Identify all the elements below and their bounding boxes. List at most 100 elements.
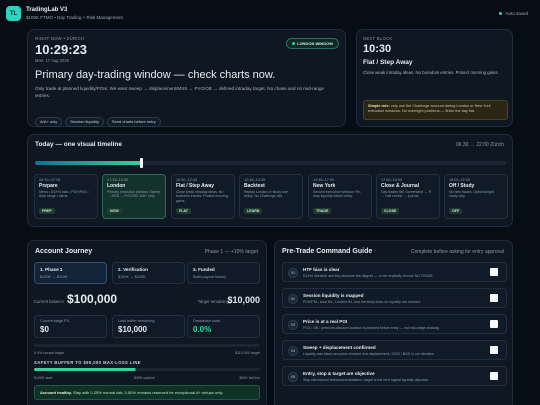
app-title: TradingLab V3 bbox=[26, 7, 68, 13]
autosave-status: Auto saved bbox=[499, 11, 528, 16]
checklist-item: 01 HTF bias is clear D1/H4 direction and k… bbox=[282, 262, 507, 282]
card-desc: Second execution window. Re-map liquidit… bbox=[313, 190, 361, 199]
guide-note: Complete before asking for entry approva… bbox=[410, 249, 504, 255]
phase-range: $100K → $110K bbox=[40, 275, 68, 279]
checklist-item: 05 Entry, stop & target are objective Stop… bbox=[282, 366, 507, 386]
card-pill: LEARN bbox=[244, 208, 263, 214]
card-title: Close & Journal bbox=[381, 183, 420, 189]
session-badge: LONDON WINDOW bbox=[286, 38, 339, 49]
card-time: 17:00–18:00 bbox=[381, 178, 403, 182]
simple-rule-box: Simple rule: only use the Challenge acco… bbox=[363, 100, 508, 120]
phase-verification-card[interactable]: 2. Verification $100K → $105K bbox=[112, 262, 185, 284]
card-pill: NOW bbox=[107, 208, 122, 214]
tag-send-charts: Send charts before entry bbox=[106, 116, 161, 127]
stat-loss-buffer: Loss buffer remaining $10,000 bbox=[112, 315, 185, 338]
card-time: 06:30–07:15 bbox=[39, 178, 61, 182]
target-label: Target remaining bbox=[197, 299, 229, 304]
card-desc: Day trades flat. Screenshot → R → rule r… bbox=[381, 190, 432, 199]
card-title: Backtest bbox=[244, 183, 265, 189]
phase-1-card[interactable]: 1. Phase 1 $100K → $110K bbox=[34, 262, 107, 284]
card-title: Prepare bbox=[39, 183, 58, 189]
card-pill: CLOSE bbox=[381, 208, 400, 214]
phase-funded-card[interactable]: 3. Funded Build payout history bbox=[187, 262, 260, 284]
live-dot-icon bbox=[292, 42, 295, 46]
timeline-card[interactable]: 17:00–18:00 Close & Journal Day trades fla… bbox=[376, 174, 440, 219]
stat-drawdown: Drawdown used 0.0% bbox=[187, 315, 260, 338]
tag-aplus: A/A+ only bbox=[35, 116, 63, 127]
timeline-card[interactable]: 07:15–10:30 London Primary execution windo… bbox=[102, 174, 166, 219]
phase-name: 1. Phase 1 bbox=[40, 267, 63, 272]
card-desc: Primary execution window. Sweep → MSS → … bbox=[107, 190, 161, 199]
item-number: 05 bbox=[288, 372, 298, 382]
item-title: Entry, stop & target are objective bbox=[303, 371, 375, 376]
now-description: Only trade at planned liquidity/POIs. We… bbox=[35, 86, 324, 98]
checklist-item: 03 Price is at a real POI FVG / OB / premi… bbox=[282, 314, 507, 334]
item-checkbox[interactable] bbox=[490, 294, 498, 302]
buffer-left-label: $100K start bbox=[34, 376, 53, 380]
timeline-range: 06:30 → 22:00 Zürich bbox=[455, 142, 504, 148]
balance-label: Current balance bbox=[34, 299, 64, 304]
item-desc: D1/H4 direction and key structure are al… bbox=[303, 274, 434, 278]
item-desc: Liquidity was taken and price showed rea… bbox=[303, 352, 436, 356]
item-number: 04 bbox=[288, 346, 298, 356]
item-number: 03 bbox=[288, 320, 298, 330]
timeline-card[interactable]: 18:00–22:00 Off / Study No new trades. Opt… bbox=[444, 174, 508, 219]
checklist-item: 04 Sweep + displacement confirmed Liquidit… bbox=[282, 340, 507, 360]
item-number: 01 bbox=[288, 268, 298, 278]
stat-label: Current stage P/L bbox=[40, 319, 70, 323]
next-description: Close weak intraday ideas. No boredom en… bbox=[363, 70, 499, 75]
item-title: Session liquidity is mapped bbox=[303, 293, 364, 298]
card-desc: Replay London or study one setup. No Cha… bbox=[244, 190, 288, 199]
card-desc: News • D1/H4 bias • PDH/PDL • Asia range… bbox=[39, 190, 89, 199]
card-time: 13:45–17:00 bbox=[313, 178, 335, 182]
now-headline: Primary day-trading window — check chart… bbox=[35, 69, 276, 81]
item-desc: FVG / OB / premium-discount location is … bbox=[303, 326, 440, 330]
balance-row: Current balance $100,000 Target remainin… bbox=[34, 292, 260, 308]
card-pill: TRADE bbox=[313, 208, 332, 214]
item-title: Price is at a real POI bbox=[303, 319, 348, 324]
card-time: 12:45–13:45 bbox=[244, 178, 266, 182]
timeline-track bbox=[35, 158, 506, 168]
health-text: Stay with 0.25% normal risk; 0.50% remai… bbox=[71, 390, 224, 395]
phase-range: $100K → $105K bbox=[118, 275, 146, 279]
next-time: 10:30 bbox=[363, 43, 392, 55]
timeline-card[interactable]: 06:30–07:15 Prepare News • D1/H4 bias • PD… bbox=[34, 174, 98, 219]
card-time: 10:30–12:45 bbox=[176, 178, 198, 182]
timeline-now-marker[interactable] bbox=[139, 158, 143, 168]
item-number: 02 bbox=[288, 294, 298, 304]
stat-stage-pl: Current stage P/L $0 bbox=[34, 315, 107, 338]
current-time: 10:29:23 bbox=[35, 42, 88, 57]
buffer-bar bbox=[34, 368, 260, 371]
tag-session-liquidity: Session liquidity bbox=[65, 116, 104, 127]
item-checkbox[interactable] bbox=[490, 268, 498, 276]
stat-value: 0.0% bbox=[193, 325, 212, 334]
checklist-item: 02 Session liquidity is mapped PDH/PDL, As… bbox=[282, 288, 507, 308]
health-strong: Account healthy. bbox=[40, 390, 72, 395]
app-subtitle: $100K FTMO • Day Trading + Risk Manageme… bbox=[26, 15, 123, 20]
buffer-mid-label: $90K caution bbox=[134, 376, 155, 380]
next-label: NEXT BLOCK bbox=[363, 36, 393, 41]
timeline-card[interactable]: 10:30–12:45 Flat / Step Away Close weak in… bbox=[171, 174, 235, 219]
item-desc: Stop sits beyond technical invalidation;… bbox=[303, 378, 430, 382]
item-desc: PDH/PDL, Asia H/L, London H/L and the li… bbox=[303, 300, 421, 304]
status-dot-icon bbox=[499, 12, 503, 16]
next-title: Flat / Step Away bbox=[363, 59, 413, 66]
card-title: Off / Study bbox=[449, 183, 475, 189]
guide-title: Pre-Trade Command Guide bbox=[282, 248, 373, 255]
right-now-panel: RIGHT NOW • ZÜRICH 10:29:23 Mon, 17 Aug … bbox=[27, 29, 346, 127]
item-checkbox[interactable] bbox=[490, 372, 498, 380]
journey-title: Account Journey bbox=[35, 248, 93, 255]
item-checkbox[interactable] bbox=[490, 320, 498, 328]
session-badge-label: LONDON WINDOW bbox=[297, 41, 333, 46]
timeline-card[interactable]: 13:45–17:00 New York Second execution wind… bbox=[308, 174, 372, 219]
target-progress-bar bbox=[34, 344, 260, 347]
journey-phase-note: Phase 1 — +10% target bbox=[204, 249, 258, 255]
stat-value: $0 bbox=[40, 325, 49, 334]
balance-value: $100,000 bbox=[67, 292, 118, 306]
card-title: New York bbox=[313, 183, 336, 189]
card-desc: Close weak intraday ideas. No boredom en… bbox=[176, 190, 228, 203]
timeline-card[interactable]: 12:45–13:45 Backtest Replay London or stud… bbox=[239, 174, 303, 219]
card-pill: FLAT bbox=[176, 208, 191, 214]
card-title: London bbox=[107, 183, 126, 189]
item-checkbox[interactable] bbox=[490, 346, 498, 354]
